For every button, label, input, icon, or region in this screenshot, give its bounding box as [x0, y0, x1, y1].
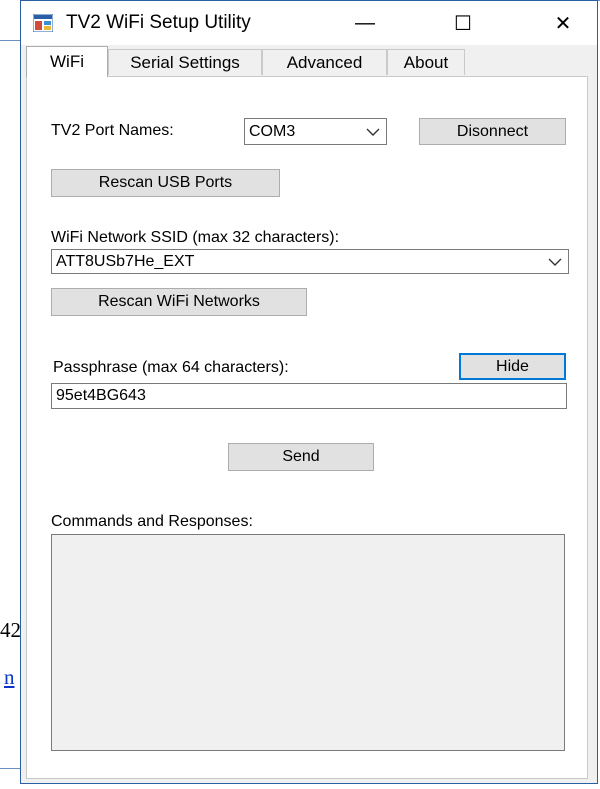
disconnect-button[interactable]: Disonnect	[419, 118, 566, 145]
maximize-button[interactable]: ☐	[431, 1, 495, 45]
background-rule-bottom	[0, 768, 22, 769]
chevron-down-icon	[548, 258, 562, 266]
passphrase-input-value: 95et4BG643	[56, 387, 146, 404]
minimize-icon: —	[355, 11, 375, 34]
close-icon: ✕	[554, 12, 572, 35]
ssid-select-value: ATT8USb7He_EXT	[56, 252, 195, 270]
port-select-value: COM3	[249, 122, 296, 140]
rescan-usb-button[interactable]: Rescan USB Ports	[51, 169, 280, 197]
rescan-wifi-button-label: Rescan WiFi Networks	[98, 293, 260, 310]
send-button[interactable]: Send	[228, 443, 374, 471]
app-window-icon	[33, 14, 53, 32]
maximize-icon: ☐	[454, 12, 472, 35]
background-link-fragment[interactable]: n	[4, 665, 15, 690]
tab-label: Advanced	[286, 52, 363, 72]
commands-responses-console[interactable]	[51, 534, 565, 751]
tab-label: About	[403, 52, 449, 72]
app-window: TV2 WiFi Setup Utility — ☐ ✕ WiFi Serial…	[20, 0, 598, 784]
window-title: TV2 WiFi Setup Utility	[66, 12, 251, 33]
passphrase-label: Passphrase (max 64 characters):	[53, 359, 289, 376]
console-label: Commands and Responses:	[51, 513, 253, 530]
background-number-fragment: 42	[0, 618, 21, 642]
tab-label: Serial Settings	[130, 52, 240, 72]
passphrase-input[interactable]: 95et4BG643	[51, 383, 567, 409]
tab-wifi[interactable]: WiFi	[26, 46, 108, 77]
ssid-select[interactable]: ATT8USb7He_EXT	[51, 249, 569, 274]
port-names-label: TV2 Port Names:	[51, 122, 174, 139]
tab-about[interactable]: About	[387, 49, 465, 75]
port-select[interactable]: COM3	[244, 118, 387, 145]
hide-button-label: Hide	[496, 357, 529, 375]
disconnect-button-label: Disonnect	[456, 122, 529, 140]
title-bar[interactable]: TV2 WiFi Setup Utility — ☐ ✕	[21, 1, 597, 45]
rescan-wifi-button[interactable]: Rescan WiFi Networks	[51, 288, 307, 316]
send-button-label: Send	[282, 448, 320, 465]
minimize-button[interactable]: —	[333, 1, 397, 45]
hide-passphrase-button[interactable]: Hide	[459, 353, 566, 380]
background-rule-left	[0, 40, 22, 41]
tab-label: WiFi	[50, 52, 84, 71]
tab-advanced[interactable]: Advanced	[262, 49, 387, 75]
rescan-usb-button-label: Rescan USB Ports	[98, 174, 233, 191]
close-button[interactable]: ✕	[531, 1, 595, 45]
chevron-down-icon	[366, 128, 380, 136]
tab-serial-settings[interactable]: Serial Settings	[108, 49, 262, 75]
ssid-label: WiFi Network SSID (max 32 characters):	[51, 229, 340, 246]
